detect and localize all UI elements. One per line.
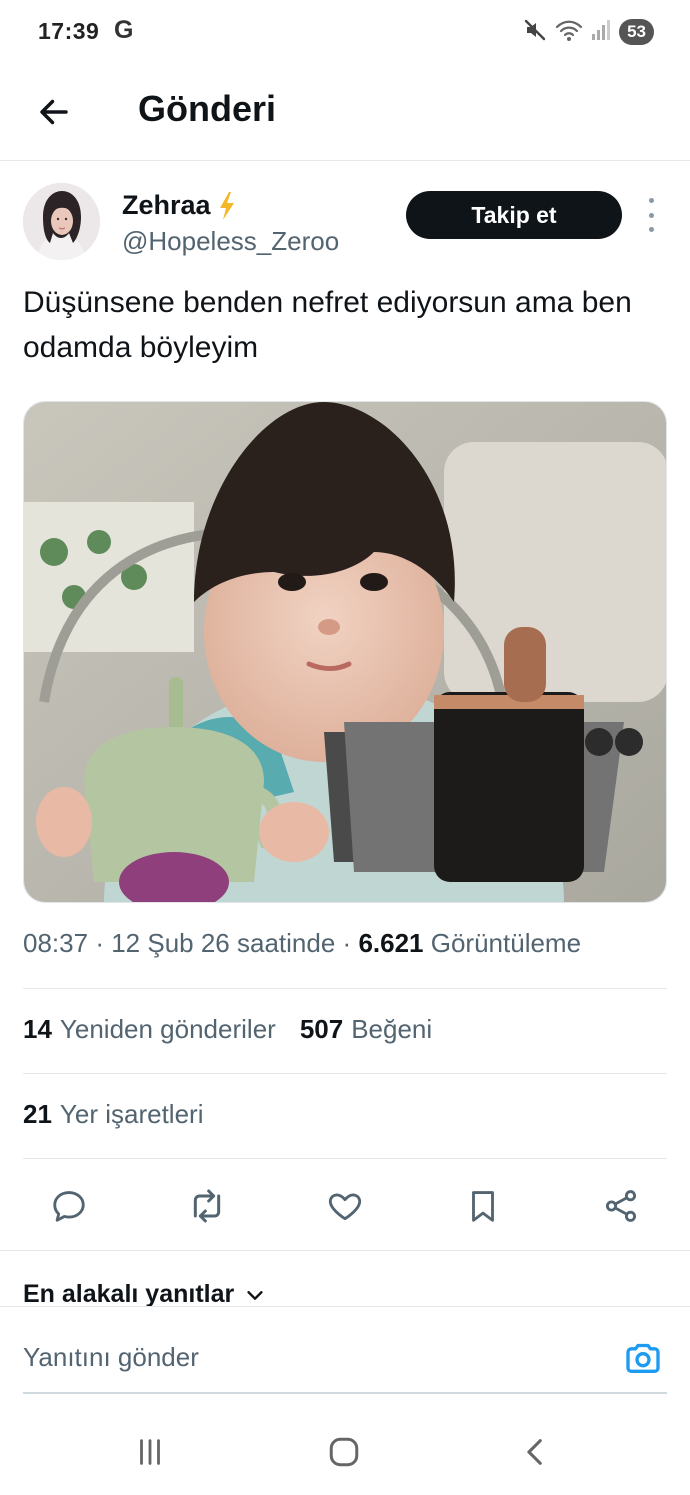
camera-icon (626, 1343, 660, 1373)
post-text: Düşünsene benden nefret ediyorsun ama be… (23, 286, 632, 364)
author-name[interactable]: Zehraa (122, 190, 237, 221)
status-bar: 17:39 G 53 (0, 0, 690, 64)
home-icon (329, 1437, 359, 1467)
divider (23, 988, 667, 989)
home-button[interactable] (320, 1428, 368, 1476)
author-handle[interactable]: @Hopeless_Zeroo (122, 226, 339, 257)
reply-button[interactable] (45, 1182, 93, 1230)
bookmarks-count: 21 (23, 1099, 52, 1129)
avatar[interactable] (23, 183, 100, 260)
system-nav-bar (0, 1406, 690, 1495)
divider (23, 1158, 667, 1159)
reply-input[interactable] (23, 1335, 583, 1379)
likes-stat[interactable]: 507 Beğeni (300, 1014, 432, 1045)
divider (23, 1073, 667, 1074)
signal-icon (591, 19, 611, 46)
views-label: Görüntüleme (430, 928, 582, 958)
share-button[interactable] (597, 1182, 645, 1230)
repost-icon (193, 1189, 221, 1223)
google-icon: G (114, 16, 134, 44)
bookmark-icon (472, 1191, 494, 1222)
reposts-label: Yeniden gönderiler (59, 1014, 276, 1044)
views-count: 6.621 (358, 928, 424, 958)
replies-sort-dropdown[interactable]: En alakalı yanıtlar (23, 1280, 266, 1309)
arrow-left-icon (40, 99, 68, 125)
post-author: Zehraa @Hopeless_Zeroo Takip et (0, 162, 690, 272)
chevron-left-icon (527, 1439, 542, 1465)
status-time: 17:39 (38, 18, 100, 44)
back-nav-button[interactable] (512, 1428, 560, 1476)
back-button[interactable] (30, 88, 78, 136)
post-date: 12 Şub 26 saatinde (111, 928, 336, 958)
mute-icon (523, 18, 547, 47)
more-dot-icon (648, 198, 654, 203)
meta-separator: · (95, 928, 104, 958)
camera-button[interactable] (620, 1335, 666, 1381)
page-title: Gönderi (138, 88, 277, 129)
like-icon (328, 1193, 362, 1221)
wifi-icon (555, 18, 583, 47)
bookmark-stats: 21 Yer işaretleri (23, 1099, 203, 1130)
repost-button[interactable] (183, 1182, 231, 1230)
bookmarks-stat[interactable]: 21 Yer işaretleri (23, 1099, 203, 1130)
post-meta: 08:37 · 12 Şub 26 saatinde · 6.621 Görün… (23, 928, 581, 959)
divider (0, 1250, 690, 1251)
post-actions (23, 1160, 667, 1250)
bookmarks-label: Yer işaretleri (59, 1099, 204, 1129)
meta-separator: · (342, 928, 352, 958)
status-icons: 53 (523, 16, 654, 48)
more-dot-icon (648, 212, 654, 218)
reply-bar (0, 1306, 690, 1406)
likes-count: 507 (299, 1014, 344, 1044)
post-image[interactable] (23, 401, 667, 903)
more-options-button[interactable] (638, 198, 664, 232)
more-dot-icon (648, 227, 654, 232)
follow-button[interactable]: Takip et (406, 191, 622, 239)
recent-apps-icon (140, 1439, 160, 1465)
battery-icon: 53 (619, 19, 654, 45)
reply-underline (23, 1392, 667, 1394)
header: Gönderi (0, 64, 690, 161)
post-time: 08:37 (23, 928, 89, 958)
share-icon (605, 1190, 637, 1222)
recent-apps-button[interactable] (126, 1428, 174, 1476)
engagement-stats: 14 Yeniden gönderiler 507 Beğeni (23, 1014, 432, 1045)
author-name-text: Zehraa (122, 190, 211, 220)
reposts-count: 14 (23, 1014, 52, 1044)
reply-icon (53, 1191, 85, 1222)
likes-label: Beğeni (351, 1014, 433, 1044)
replies-sort-label: En alakalı yanıtlar (23, 1280, 235, 1308)
like-button[interactable] (321, 1182, 369, 1230)
lightning-icon (219, 191, 234, 220)
bookmark-button[interactable] (459, 1182, 507, 1230)
reposts-stat[interactable]: 14 Yeniden gönderiler (23, 1014, 276, 1045)
chevron-down-icon (247, 1290, 263, 1300)
